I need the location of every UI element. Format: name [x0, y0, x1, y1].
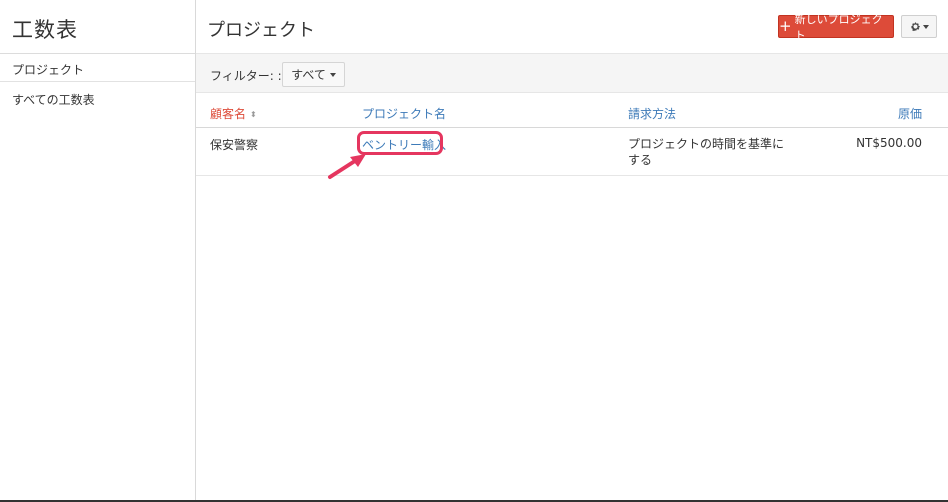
filter-dropdown[interactable]: すべて	[282, 62, 345, 87]
sidebar-divider	[0, 53, 195, 54]
main-panel: プロジェクト + 新しいプロジェクト フィルター: : すべて 顧客名 ⬍ プロジ…	[196, 0, 948, 502]
filter-selected-value: すべて	[291, 68, 326, 82]
column-header-project-name[interactable]: プロジェクト名	[362, 105, 446, 122]
app-title: 工数表	[12, 18, 78, 42]
filter-label: フィルター: :	[210, 69, 282, 83]
column-header-billing-method[interactable]: 請求方法	[628, 105, 676, 122]
table-cell-cost: NT$500.00	[856, 136, 922, 150]
column-header-cost[interactable]: 原価	[898, 105, 922, 122]
filter-bar: フィルター: : すべて	[196, 53, 948, 93]
chevron-down-icon	[922, 24, 929, 29]
timesheet-app: 工数表 プロジェクト すべての工数表 プロジェクト + 新しいプロジェクト フィ…	[0, 0, 948, 502]
column-header-client[interactable]: 顧客名 ⬍	[210, 105, 257, 122]
table-cell-client: 保安警察	[210, 138, 259, 152]
settings-dropdown-button[interactable]	[901, 15, 937, 38]
table-row-divider	[196, 175, 948, 176]
page-title: プロジェクト	[207, 20, 315, 41]
plus-icon: +	[779, 16, 792, 35]
sidebar-divider	[0, 81, 195, 82]
sidebar-item-projects[interactable]: プロジェクト	[12, 61, 84, 78]
sort-icon: ⬍	[250, 110, 257, 119]
gear-icon	[910, 22, 920, 32]
column-header-label: 顧客名	[210, 107, 247, 121]
project-link[interactable]: ベントリー輸入	[362, 136, 446, 153]
table-cell-billing: プロジェクトの時間を基準にする	[628, 137, 785, 167]
new-project-label: 新しいプロジェクト	[794, 12, 883, 42]
new-project-button[interactable]: + 新しいプロジェクト	[778, 13, 894, 42]
sidebar-item-all-timesheets[interactable]: すべての工数表	[12, 91, 95, 108]
chevron-down-icon	[329, 72, 336, 77]
sidebar: 工数表 プロジェクト すべての工数表	[0, 0, 196, 502]
table-header-divider	[196, 127, 948, 128]
